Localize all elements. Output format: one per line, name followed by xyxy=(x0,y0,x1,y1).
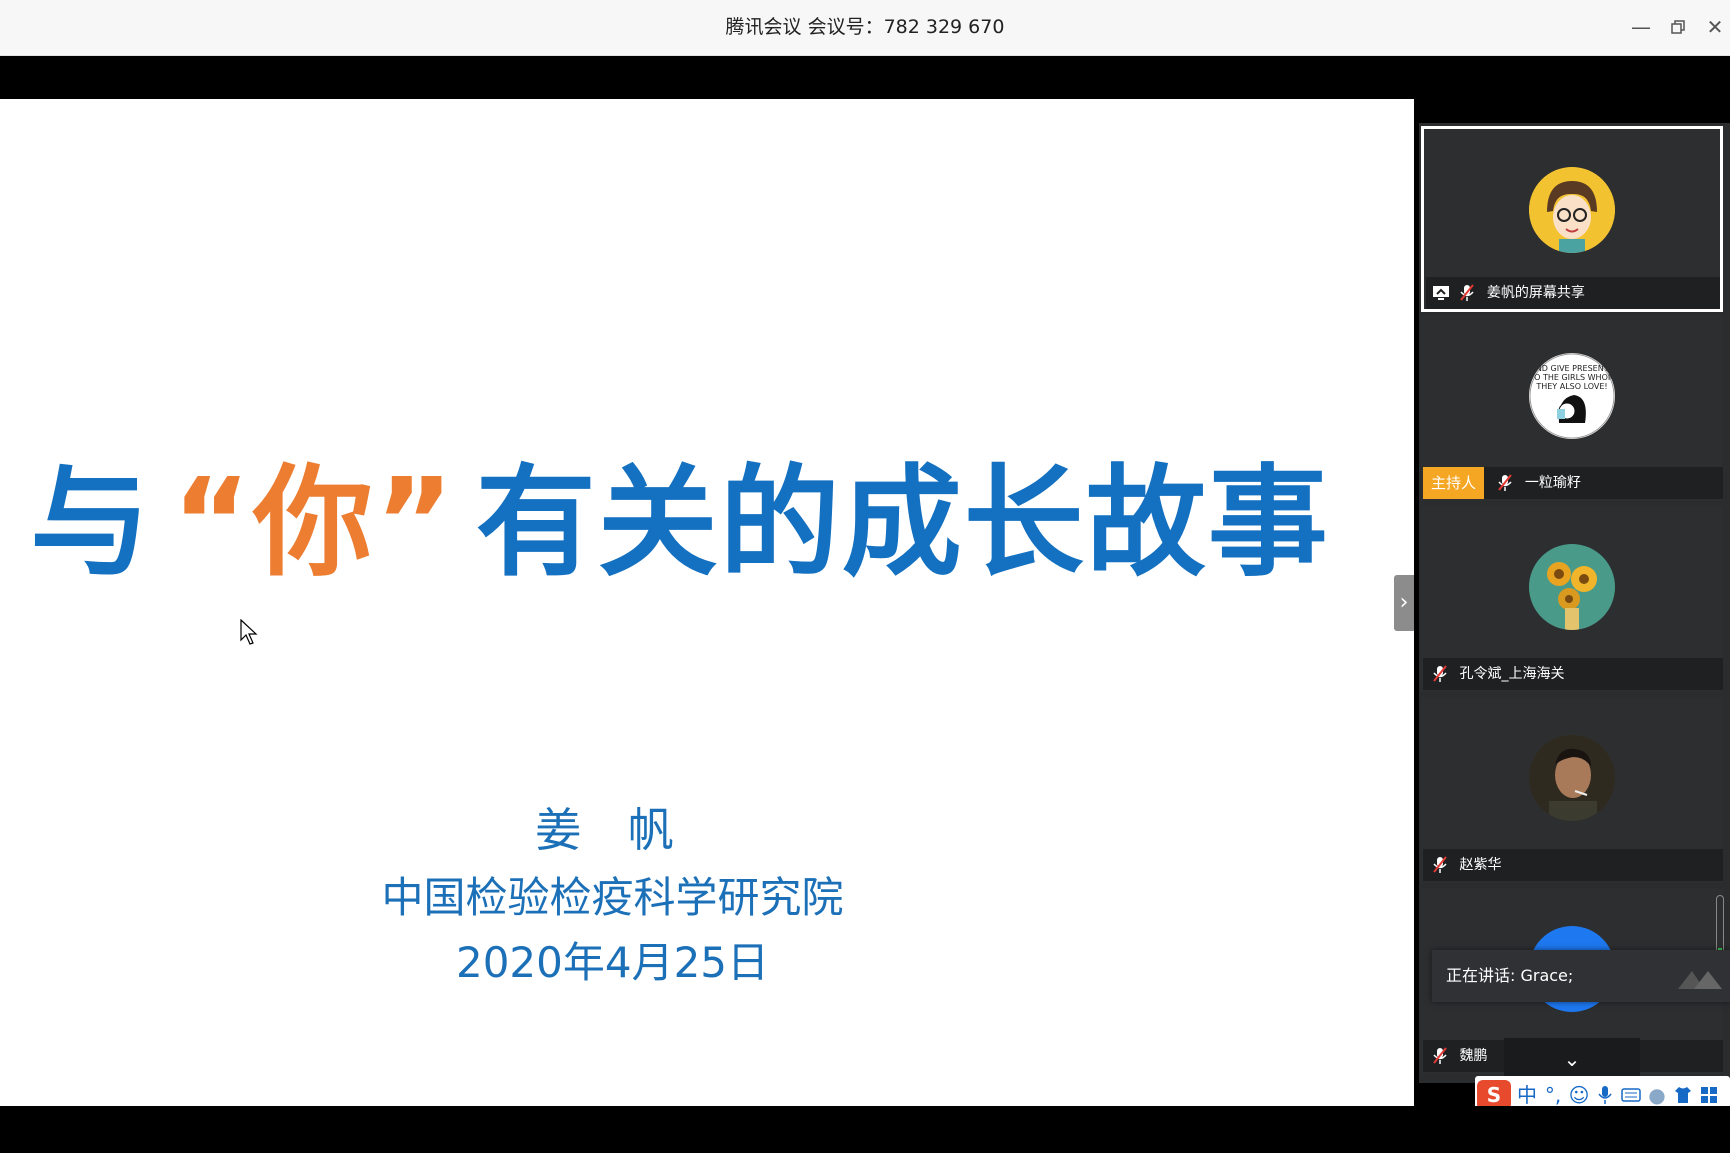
screen-share-icon xyxy=(1433,286,1449,300)
panel-toggle-chevron-icon[interactable]: › xyxy=(1394,575,1414,631)
slide-author: 姜 帆 xyxy=(535,803,690,857)
user-center-icon[interactable]: ● xyxy=(1645,1082,1669,1108)
participant-tile[interactable]: 赵紫华 xyxy=(1421,697,1723,883)
mic-muted-icon xyxy=(1433,665,1447,682)
voice-input-icon[interactable] xyxy=(1593,1082,1617,1108)
participant-nameplate: 姜帆的屏幕共享 xyxy=(1426,277,1720,309)
title-bar: 腾讯会议 会议号：782 329 670 — ✕ xyxy=(0,0,1730,56)
cartoon-avatar-icon xyxy=(1529,167,1615,253)
svg-text:TO THE GIRLS WHOM: TO THE GIRLS WHOM xyxy=(1529,373,1615,382)
participant-nameplate: 赵紫华 xyxy=(1423,849,1723,881)
minimize-icon[interactable]: — xyxy=(1628,14,1654,40)
participant-name: 魏鹏 xyxy=(1459,1048,1488,1064)
participant-tile[interactable]: AND GIVE PRESENTS TO THE GIRLS WHOM THEY… xyxy=(1421,315,1723,501)
svg-text:THEY ALSO LOVE!: THEY ALSO LOVE! xyxy=(1535,382,1607,391)
sunflower-avatar-icon xyxy=(1529,544,1615,630)
speaking-wave-icon xyxy=(1678,971,1722,989)
photo-avatar-icon xyxy=(1529,735,1615,821)
comic-avatar-icon: AND GIVE PRESENTS TO THE GIRLS WHOM THEY… xyxy=(1529,353,1615,439)
skin-icon[interactable] xyxy=(1671,1082,1695,1108)
participant-nameplate: 主持人 一粒瑜籽 xyxy=(1423,467,1723,499)
bottom-strip xyxy=(0,1106,1730,1153)
participant-tile[interactable]: 姜帆的屏幕共享 xyxy=(1421,126,1723,312)
close-icon[interactable]: ✕ xyxy=(1702,14,1728,40)
host-badge: 主持人 xyxy=(1423,467,1485,499)
shared-screen-slide: 与 “你” 有关的成长故事 姜 帆 中国检验检疫科学研究院 2020年4月25日 xyxy=(0,99,1414,1106)
mouse-cursor-icon xyxy=(240,619,258,645)
slide-title-part2: 有关的成长故事 xyxy=(475,454,1330,593)
scroll-down-chevron-icon[interactable]: ⌄ xyxy=(1504,1038,1640,1080)
participant-nameplate: 孔令斌_上海海关 xyxy=(1423,658,1723,690)
participant-name: 孔令斌_上海海关 xyxy=(1459,666,1565,682)
punctuation-icon[interactable]: °, xyxy=(1541,1082,1565,1108)
mic-muted-icon xyxy=(1433,1047,1447,1064)
window-title: 腾讯会议 会议号：782 329 670 xyxy=(725,16,1005,38)
slide-organization: 中国检验检疫科学研究院 xyxy=(381,873,844,922)
participant-name: 姜帆的屏幕共享 xyxy=(1486,285,1585,301)
slide-date: 2020年4月25日 xyxy=(455,938,770,987)
mic-muted-icon xyxy=(1460,284,1475,301)
toolbox-grid-icon[interactable] xyxy=(1697,1082,1721,1108)
restore-icon[interactable] xyxy=(1665,14,1691,40)
slide-title-part1: 与 xyxy=(30,454,152,593)
participant-panel: 姜帆的屏幕共享 AND GIVE PRESENTS TO THE GIRLS W… xyxy=(1419,123,1730,1083)
mic-muted-icon xyxy=(1433,856,1447,873)
keyboard-icon[interactable] xyxy=(1619,1082,1643,1108)
participant-name: 一粒瑜籽 xyxy=(1524,475,1581,491)
slide-title-quote: “你” xyxy=(172,454,456,593)
participant-name: 赵紫华 xyxy=(1459,857,1502,873)
svg-text:AND GIVE PRESENTS: AND GIVE PRESENTS xyxy=(1530,364,1613,373)
emoji-icon[interactable]: ☺ xyxy=(1567,1082,1591,1108)
mic-muted-icon xyxy=(1498,474,1513,491)
speaking-indicator: 正在讲话: Grace; xyxy=(1432,950,1730,1002)
slide-title: 与 “你” 有关的成长故事 xyxy=(30,449,1330,599)
ime-mode-label[interactable]: 中 xyxy=(1515,1082,1539,1108)
speaking-text: 正在讲话: Grace; xyxy=(1446,966,1574,985)
participant-tile[interactable]: 孔令斌_上海海关 xyxy=(1421,506,1723,692)
